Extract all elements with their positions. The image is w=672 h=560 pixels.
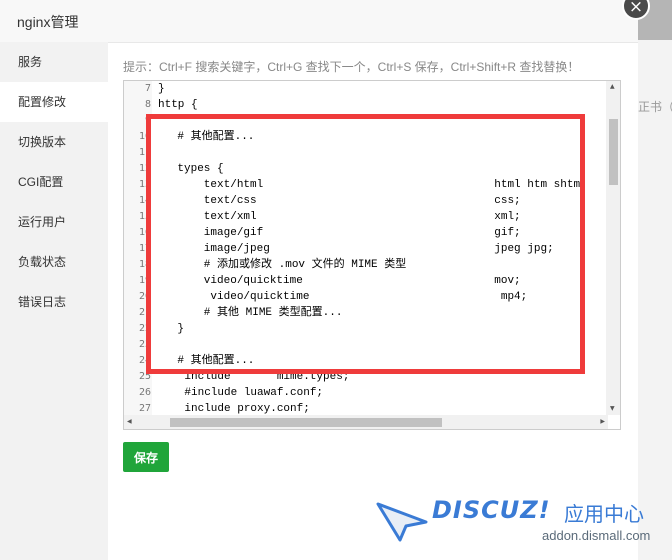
sidebar-item[interactable]: 配置修改 xyxy=(0,82,108,122)
cursor-logo-icon xyxy=(376,502,428,542)
background-panel xyxy=(638,40,672,560)
sidebar-item[interactable]: 错误日志 xyxy=(0,282,108,322)
config-line: image/gif gif; xyxy=(151,227,521,239)
code-line[interactable]: 8 http { xyxy=(124,97,604,113)
scroll-up-icon[interactable]: ▲ xyxy=(610,84,615,90)
editor-hint: 提示：Ctrl+F 搜索关键字，Ctrl+G 查找下一个，Ctrl+S 保存，C… xyxy=(123,60,580,74)
config-line: text/html html htm shtml; xyxy=(151,179,585,191)
vertical-scroll-thumb[interactable] xyxy=(609,119,618,185)
watermark-brand: DISCUZ! xyxy=(432,496,551,524)
sidebar-item[interactable]: 服务 xyxy=(0,42,108,82)
config-line: # 添加或修改 .mov 文件的 MIME 类型 xyxy=(151,259,407,271)
config-line: } xyxy=(151,323,185,335)
sidebar: 服务 配置修改 切换版本 CGI配置 运行用户 负载状态 错误日志 xyxy=(0,42,108,560)
vertical-scrollbar[interactable]: ▲ ▼ xyxy=(606,81,620,415)
config-line: image/jpeg jpeg jpg; xyxy=(151,243,554,255)
code-line[interactable]: 7} xyxy=(124,81,604,97)
line-number: 8 xyxy=(144,99,151,110)
sidebar-item[interactable]: 运行用户 xyxy=(0,202,108,242)
config-line: text/xml xml; xyxy=(151,211,521,223)
line-number: 7 xyxy=(144,83,151,94)
code-text[interactable]: http { xyxy=(158,97,198,113)
code-text[interactable]: } xyxy=(158,81,165,97)
nginx-dialog: nginx管理 服务 配置修改 切换版本 CGI配置 运行用户 负载状态 错误日志 提示：C… xyxy=(0,0,638,560)
background-cert-text: 正书（6 xyxy=(638,100,672,114)
config-line: video/quicktime mov; xyxy=(151,275,521,287)
horizontal-scrollbar[interactable]: ◀ ▶ xyxy=(124,415,608,429)
horizontal-scroll-thumb[interactable] xyxy=(170,418,442,427)
dialog-title: nginx管理 xyxy=(17,14,79,30)
sidebar-item[interactable]: 负载状态 xyxy=(0,242,108,282)
line-number: 26 xyxy=(138,387,151,398)
dialog-titlebar: nginx管理 xyxy=(0,0,638,43)
sidebar-item[interactable]: CGI配置 xyxy=(0,162,108,202)
scroll-right-icon[interactable]: ▶ xyxy=(600,419,605,425)
watermark-url: addon.dismall.com xyxy=(542,528,651,543)
config-line: video/quicktime mp4; xyxy=(151,291,528,303)
scroll-left-icon[interactable]: ◀ xyxy=(127,419,132,425)
config-line: text/css css; xyxy=(151,195,521,207)
watermark: DISCUZ! 应用中心 addon.dismall.com xyxy=(374,492,664,552)
scroll-down-icon[interactable]: ▼ xyxy=(610,406,615,412)
code-text[interactable]: #include luawaf.conf; xyxy=(158,385,323,401)
watermark-subtitle: 应用中心 xyxy=(564,502,644,526)
save-button[interactable]: 保存 xyxy=(123,442,169,472)
config-line: # 其他配置... xyxy=(151,131,255,143)
config-line: types { xyxy=(151,163,224,175)
config-line: # 其他配置... xyxy=(151,355,255,367)
highlighted-config-box: # 其他配置... types { text/html html htm sht… xyxy=(146,114,585,374)
config-line: # 其他 MIME 类型配置... xyxy=(151,307,343,319)
sidebar-item[interactable]: 切换版本 xyxy=(0,122,108,162)
code-line[interactable]: 26 #include luawaf.conf; xyxy=(124,385,604,401)
